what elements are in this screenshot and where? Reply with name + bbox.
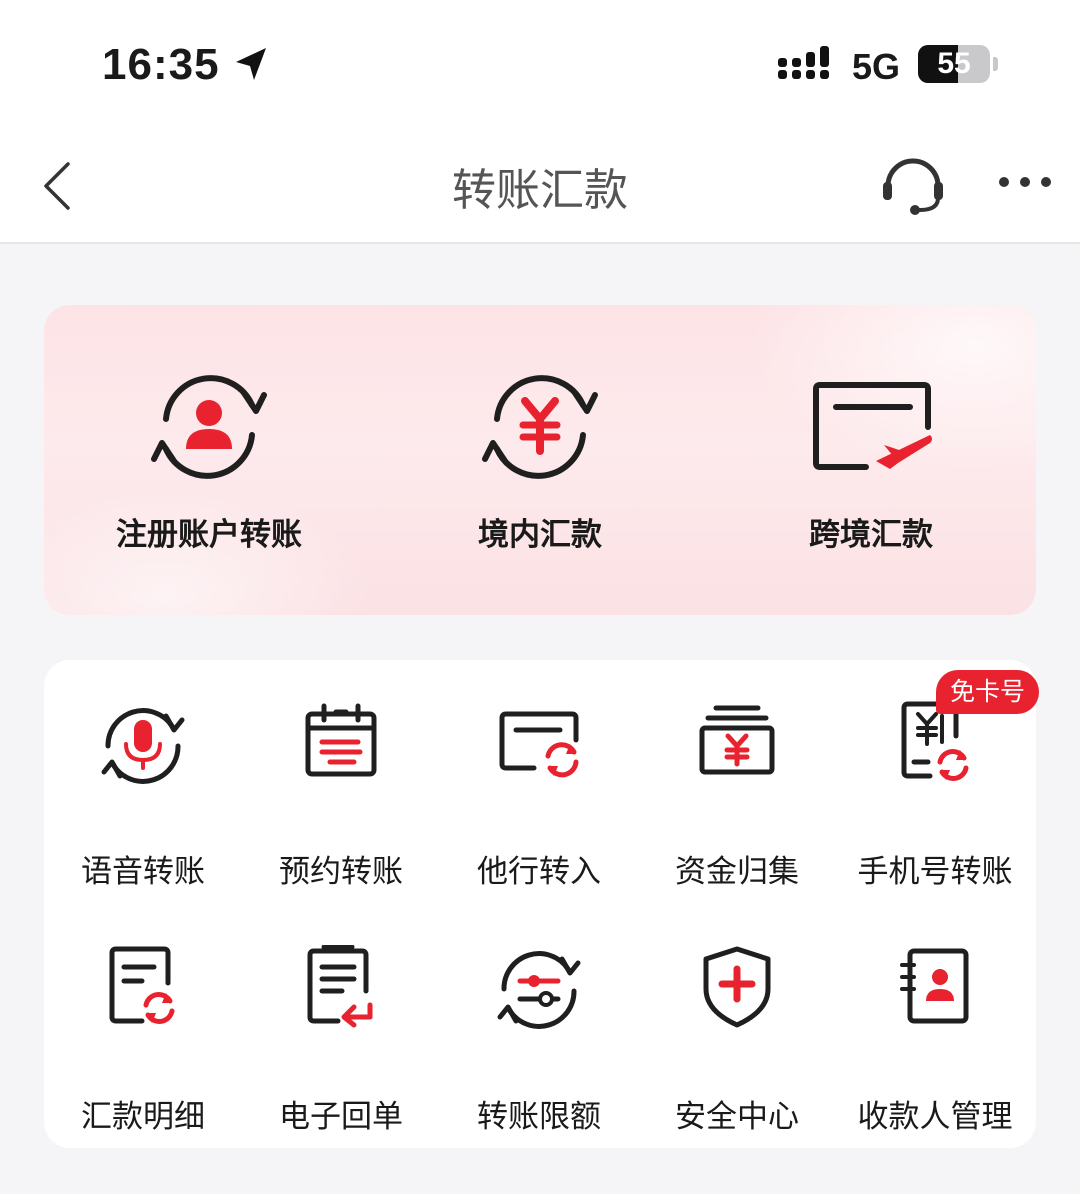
calendar-icon [305, 703, 377, 777]
service-label: 手机号转账 [857, 854, 1013, 890]
document-refresh-icon [109, 946, 175, 1024]
card-refresh-icon [499, 711, 579, 778]
signal-icon [778, 46, 829, 79]
service-electronic-receipt[interactable]: 电子回单 [242, 945, 440, 1145]
microphone-cycle-icon [101, 708, 185, 784]
no-card-badge: 免卡号 [936, 670, 1040, 714]
service-label: 预约转账 [279, 854, 403, 890]
nav-bar: 转账汇款 [0, 130, 1080, 244]
shield-plus-icon [703, 946, 771, 1028]
service-label: 跨境汇款 [809, 517, 933, 553]
status-time: 16:35 [102, 40, 220, 89]
service-security-center[interactable]: 安全中心 [638, 945, 836, 1145]
service-remittance-details[interactable]: 汇款明细 [44, 945, 242, 1145]
service-label: 汇款明细 [81, 1099, 205, 1135]
service-voice-transfer[interactable]: 语音转账 [44, 700, 242, 900]
service-phone-number-transfer[interactable]: 手机号转账 [836, 700, 1034, 900]
service-cross-border-remittance[interactable]: 跨境汇款 [706, 305, 1036, 615]
status-bar: 16:35 5G 55 [0, 0, 1080, 130]
account-transfer-icon [151, 375, 267, 479]
service-label: 电子回单 [279, 1099, 403, 1135]
primary-services-card: 注册账户转账 境内汇款 跨境汇款 [44, 305, 1036, 615]
more-icon[interactable] [996, 170, 1054, 194]
service-label: 资金归集 [675, 854, 799, 890]
service-registered-account-transfer[interactable]: 注册账户转账 [44, 305, 374, 615]
service-payee-management[interactable]: 收款人管理 [836, 945, 1034, 1145]
battery-tip [993, 57, 998, 71]
service-label: 境内汇款 [478, 517, 602, 553]
service-label: 安全中心 [675, 1099, 799, 1135]
receipt-return-icon [307, 945, 373, 1028]
service-label: 注册账户转账 [116, 517, 302, 553]
money-box-icon [699, 705, 775, 775]
service-scheduled-transfer[interactable]: 预约转账 [242, 700, 440, 900]
card-plane-icon [813, 382, 932, 470]
service-label: 语音转账 [81, 854, 205, 890]
services-grid-card: 语音转账 预约转账 他行转入 资金归集 手机号转账 免卡号 汇款明细 电子回单 … [44, 660, 1040, 1148]
service-label: 转账限额 [477, 1099, 601, 1135]
service-label: 收款人管理 [857, 1099, 1013, 1135]
yuan-cycle-icon [482, 375, 598, 479]
service-transfer-limit[interactable]: 转账限额 [440, 945, 638, 1145]
service-other-bank-inbound[interactable]: 他行转入 [440, 700, 638, 900]
battery-indicator: 55 [918, 45, 990, 83]
slider-cycle-icon [497, 951, 581, 1029]
service-fund-collection[interactable]: 资金归集 [638, 700, 836, 900]
headset-icon[interactable] [880, 152, 946, 218]
service-domestic-remittance[interactable]: 境内汇款 [375, 305, 705, 615]
network-type: 5G [852, 46, 901, 87]
battery-level: 55 [937, 47, 971, 80]
service-label: 他行转入 [477, 854, 601, 890]
contact-book-icon [900, 948, 969, 1024]
location-arrow-icon [236, 48, 266, 80]
